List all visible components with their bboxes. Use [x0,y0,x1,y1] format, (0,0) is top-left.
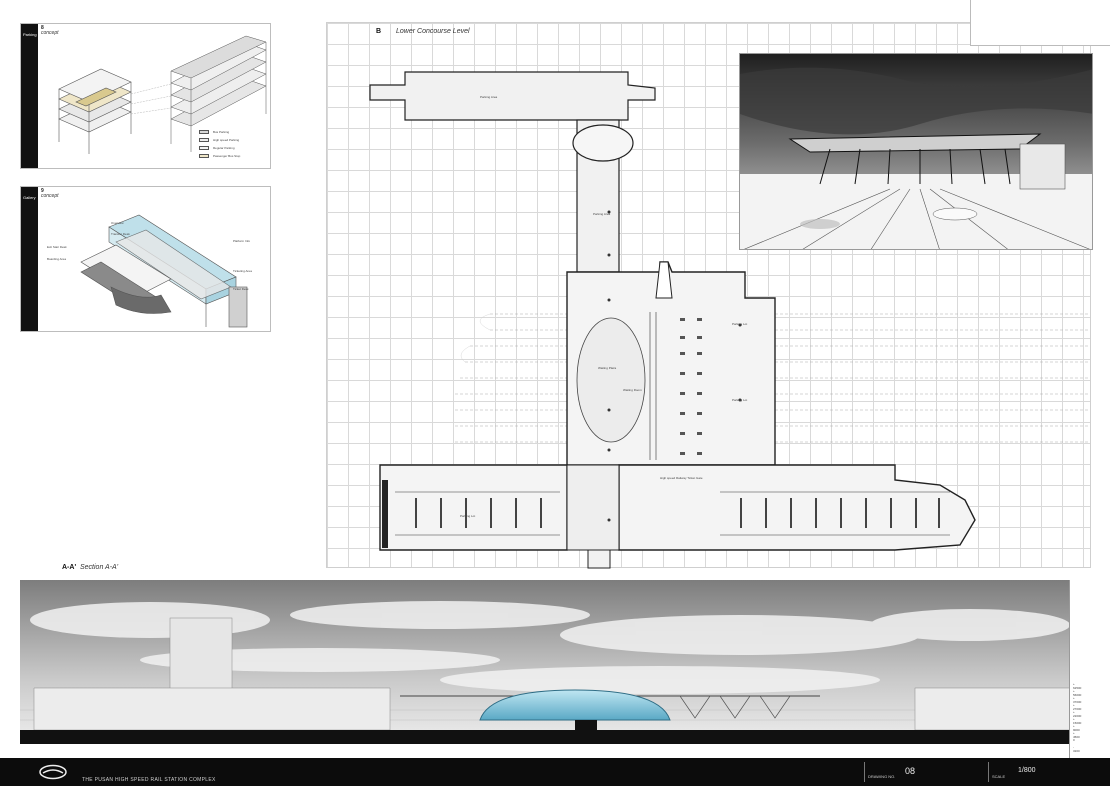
drawing-number: 08 [905,766,916,776]
gallery-label-transfer: Transfer Desk [111,232,130,236]
plan-room-label: High speed Railway Ticket Gate [660,476,703,480]
parking-concept-panel: Parking 8 concept Bus Parking High speed… [20,23,271,169]
plan-room-label: Parking Area [480,95,498,99]
render-image [740,54,1092,249]
legend-swatch [199,130,209,134]
legend-swatch [199,154,209,158]
plan-room-label: Parking Lot [460,514,476,518]
footer-divider [988,762,989,782]
project-logo [39,764,67,780]
elevation-label: 0 [1073,738,1075,742]
plan-room-label: Parking Area [593,212,611,216]
plan-title: Lower Concourse Level [396,28,470,35]
scale-value: 1/800 [1018,767,1036,774]
title-block-footer: THE PUSAN HIGH SPEED RAIL STATION COMPLE… [0,758,1110,786]
gallery-label-overview: Overview [111,221,124,225]
gallery-label-ticket-desk: Ticket Desk [233,287,249,291]
elevation-label: - 3200 [1073,745,1080,753]
footer-divider [864,762,865,782]
gallery-label-ticketing: Ticketing Area [233,269,252,273]
section-svg [20,580,1069,744]
project-title: THE PUSAN HIGH SPEED RAIL STATION COMPLE… [82,777,216,783]
gallery-label-exit: Exit Stair Desk [47,245,67,249]
scale-label: SCALE [992,774,1006,779]
legend-label: Passenger Bus Stop [213,154,241,158]
legend-swatch [199,138,209,142]
legend-label: Bus Parking [213,130,230,134]
plan-room-label: Parking Lot [732,398,748,402]
legend-swatch [199,146,209,150]
station-perspective-render [739,53,1093,250]
parking-legend: Bus Parking High speed Parking Regular Par… [199,130,269,166]
gallery-label-platform: Platform Info [233,239,251,243]
plan-room-label: Waiting Plaza [598,366,617,370]
gallery-concept-panel: Gallery 9 concept Overview Transfer Desk… [20,186,271,332]
drawing-no-label: DRAWING NO. [868,774,896,779]
section-title: Section A-A' [80,564,119,571]
plan-room-label: Waiting Room [623,388,642,392]
legend-label: High speed Parking [213,138,240,142]
top-right-box [970,0,1110,46]
plan-room-label: Parking Lot [732,322,748,326]
section-symbol: A-A' [62,564,77,571]
legend-label: Regular Parking [213,146,235,150]
elevation-scale: + 62500 + 56000 + 37000 + 27000 + 22000 + 150… [1069,580,1093,758]
gallery-label-boarding: Boarding Area [47,257,67,261]
plan-symbol: B [376,28,382,35]
section-a-a-drawing [20,580,1069,744]
